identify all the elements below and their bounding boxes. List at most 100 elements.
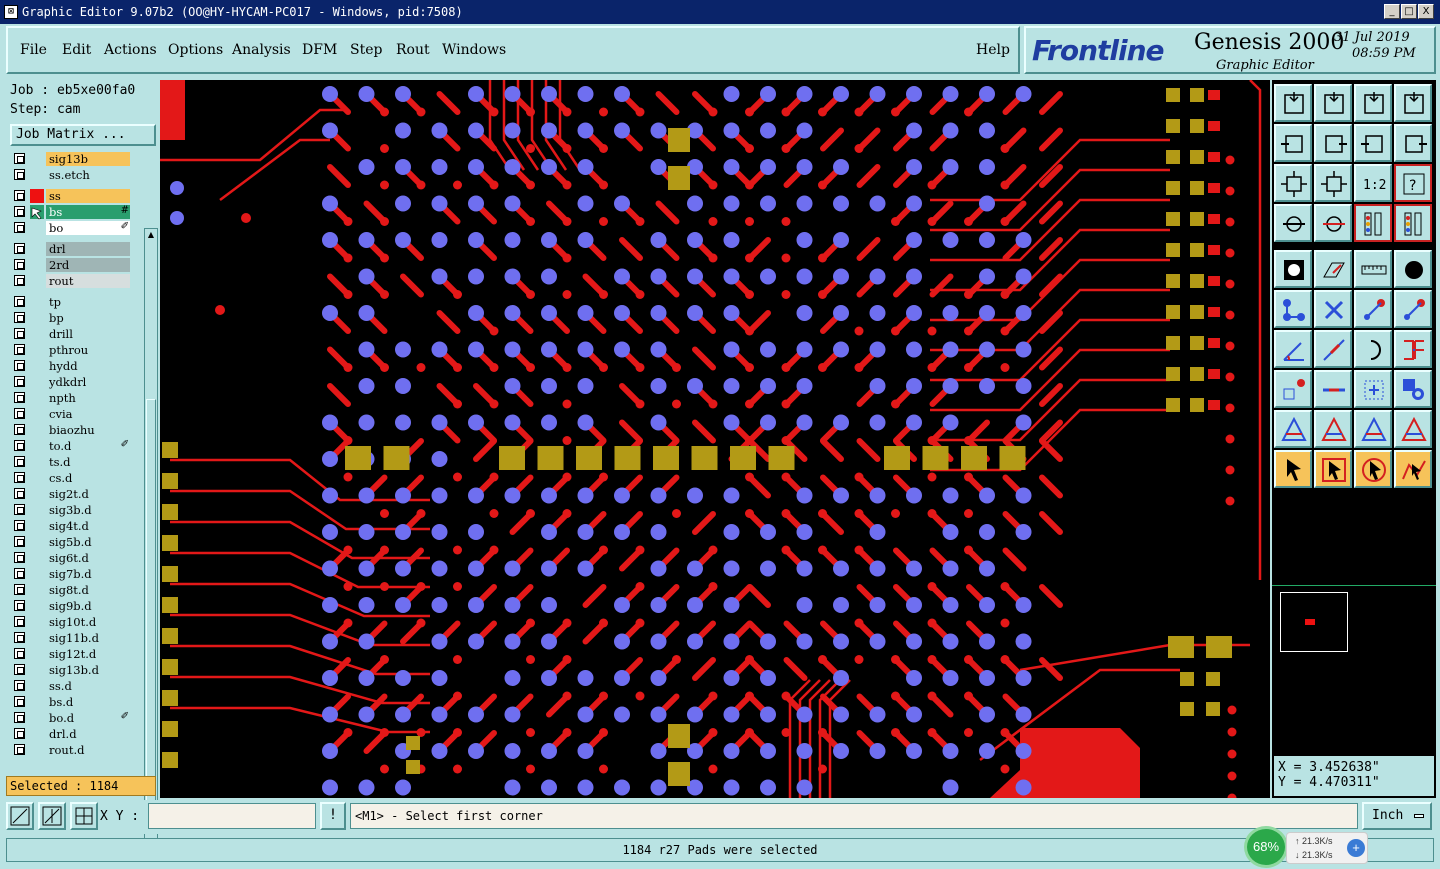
select-circle-tool[interactable] — [1354, 450, 1392, 488]
layer-name[interactable]: bo.d — [46, 711, 130, 725]
xy-input[interactable] — [148, 803, 316, 829]
layer-checkbox[interactable] — [14, 744, 25, 755]
layer-row-ss[interactable]: ss — [8, 189, 132, 203]
layer-row-drill[interactable]: drill — [8, 327, 132, 341]
pcb-drawing[interactable] — [160, 80, 1270, 798]
layer-checkbox[interactable] — [14, 344, 25, 355]
layer-checkbox[interactable] — [14, 632, 25, 643]
menu-actions[interactable]: Actions — [104, 42, 157, 58]
layer-checkbox[interactable] — [14, 696, 25, 707]
layer-name[interactable]: rout — [46, 274, 130, 288]
layer-row-sig7b-d[interactable]: sig7b.d — [8, 567, 132, 581]
layer-row-sig5b-d[interactable]: sig5b.d — [8, 535, 132, 549]
layer-row-sig9b-d[interactable]: sig9b.d — [8, 599, 132, 613]
layer-checkbox[interactable] — [14, 190, 25, 201]
layer-name[interactable]: cvia — [46, 407, 130, 421]
layer-checkbox[interactable] — [14, 504, 25, 515]
layer-checkbox[interactable] — [14, 424, 25, 435]
menu-step[interactable]: Step — [350, 42, 382, 58]
layer-name[interactable]: sig13b.d — [46, 663, 130, 677]
layer-row-sig13b-d[interactable]: sig13b.d — [8, 663, 132, 677]
expand-button[interactable]: + — [1347, 839, 1365, 857]
feature-fill-tool[interactable] — [1274, 250, 1312, 288]
angle-tool[interactable] — [1274, 330, 1312, 368]
arc-tool[interactable] — [1354, 330, 1392, 368]
select-arrow-tool[interactable] — [1274, 450, 1312, 488]
layer-name[interactable]: to.d — [46, 439, 130, 453]
zoom-grid-button[interactable] — [70, 802, 98, 830]
menu-edit[interactable]: Edit — [62, 42, 91, 58]
layer-checkbox[interactable] — [14, 440, 25, 451]
layer-row-bp[interactable]: bp — [8, 311, 132, 325]
layer-name[interactable]: bs.d — [46, 695, 130, 709]
center-tool[interactable] — [1354, 370, 1392, 408]
layer-name[interactable]: sig3b.d — [46, 503, 130, 517]
info-button[interactable]: ! — [320, 802, 346, 830]
layer-checkbox[interactable] — [14, 712, 25, 723]
layer-checkbox[interactable] — [14, 360, 25, 371]
layer-row-biaozhu[interactable]: biaozhu — [8, 423, 132, 437]
zoom-center-tool[interactable] — [1314, 164, 1352, 202]
dot-tool[interactable] — [1394, 250, 1432, 288]
layer-name[interactable]: hydd — [46, 359, 130, 373]
layer-name[interactable]: sig10t.d — [46, 615, 130, 629]
layer-checkbox[interactable] — [14, 648, 25, 659]
layer-checkbox[interactable] — [14, 488, 25, 499]
triangle-d-tool[interactable] — [1394, 410, 1432, 448]
layer-name[interactable]: sig2t.d — [46, 487, 130, 501]
close-button[interactable]: X — [1418, 4, 1434, 19]
layer-name[interactable]: sig13b — [46, 152, 130, 166]
layer-row-ss-etch[interactable]: ss.etch — [8, 168, 132, 182]
layer-row-sig10t-d[interactable]: sig10t.d — [8, 615, 132, 629]
layer-row-npth[interactable]: npth — [8, 391, 132, 405]
link-node-tool[interactable] — [1394, 290, 1432, 328]
layer-name[interactable]: sig11b.d — [46, 631, 130, 645]
unit-selector[interactable]: Inch — [1362, 802, 1432, 830]
layer-row-ss-d[interactable]: ss.d — [8, 679, 132, 693]
layer-row-sig3b-d[interactable]: sig3b.d — [8, 503, 132, 517]
select-box-tool[interactable] — [1314, 450, 1352, 488]
layer-name[interactable]: ts.d — [46, 455, 130, 469]
layer-checkbox[interactable] — [14, 206, 25, 217]
layer-row-sig6t-d[interactable]: sig6t.d — [8, 551, 132, 565]
snap-grid-tool[interactable] — [1314, 84, 1352, 122]
layer-row-tp[interactable]: tp — [8, 295, 132, 309]
layer-checkbox[interactable] — [14, 153, 25, 164]
maximize-button[interactable]: □ — [1401, 4, 1417, 19]
split-tool[interactable] — [1394, 330, 1432, 368]
layer-name[interactable]: biaozhu — [46, 423, 130, 437]
layer-checkbox[interactable] — [14, 243, 25, 254]
layer-name[interactable]: drill — [46, 327, 130, 341]
layer-stack-alt-tool[interactable] — [1394, 204, 1432, 242]
layer-name[interactable]: npth — [46, 391, 130, 405]
layer-name[interactable]: bp — [46, 311, 130, 325]
help-query-tool[interactable]: ? — [1394, 164, 1432, 202]
layer-checkbox[interactable] — [14, 664, 25, 675]
window-title-bar[interactable]: ⊠ Graphic Editor 9.07b2 (OO@HY-HYCAM-PC0… — [0, 0, 1440, 24]
layer-row-sig12t-d[interactable]: sig12t.d — [8, 647, 132, 661]
layer-name[interactable]: sig4t.d — [46, 519, 130, 533]
window-tool[interactable] — [1394, 84, 1432, 122]
scroll-thumb[interactable] — [146, 399, 156, 819]
layer-name[interactable]: sig6t.d — [46, 551, 130, 565]
layer-row-bo-d[interactable]: bo.d ✐ — [8, 711, 132, 725]
layer-stack-tool[interactable] — [1354, 204, 1392, 242]
layer-row-cs-d[interactable]: cs.d — [8, 471, 132, 485]
layer-row-ts-d[interactable]: ts.d — [8, 455, 132, 469]
menu-help[interactable]: Help — [976, 42, 1010, 58]
line-tool[interactable] — [1314, 330, 1352, 368]
layer-row-ydkdrl[interactable]: ydkdrl — [8, 375, 132, 389]
cross-node-tool[interactable] — [1314, 290, 1352, 328]
layer-name[interactable]: pthrou — [46, 343, 130, 357]
job-matrix-button[interactable]: Job Matrix ... — [10, 124, 156, 146]
layer-row-sig13b[interactable]: sig13b — [8, 152, 132, 166]
layer-row-bo[interactable]: bo ✐ — [8, 221, 132, 235]
triangle-a-tool[interactable] — [1274, 410, 1312, 448]
layer-row-sig4t-d[interactable]: sig4t.d — [8, 519, 132, 533]
layer-row-rout[interactable]: rout — [8, 274, 132, 288]
layer-checkbox[interactable] — [14, 259, 25, 270]
layer-name[interactable]: rout.d — [46, 743, 130, 757]
layer-checkbox[interactable] — [14, 616, 25, 627]
minimap[interactable] — [1272, 585, 1436, 655]
pcb-canvas[interactable] — [160, 80, 1270, 798]
